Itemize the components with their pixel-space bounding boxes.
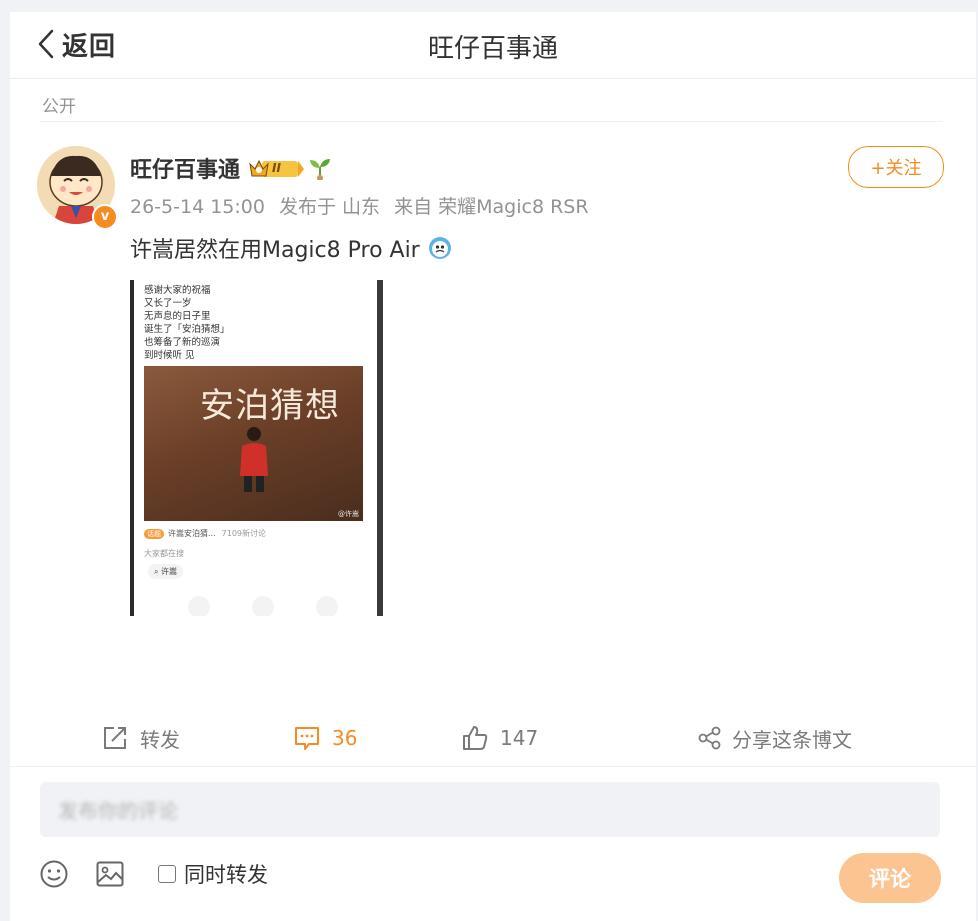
divider — [10, 766, 976, 767]
image-text-lines: 感谢大家的祝福 又长了一岁 无声息的日子里 诞生了「安泊猜想」 也筹备了新的巡演… — [144, 284, 230, 362]
share-button[interactable]: 分享这条博文 — [698, 716, 852, 760]
image-line: 无声息的日子里 — [144, 311, 211, 322]
topic-count: 7109新讨论 — [221, 529, 266, 538]
post-image[interactable]: 感谢大家的祝福 又长了一岁 无声息的日子里 诞生了「安泊猜想」 也筹备了新的巡演… — [130, 280, 383, 616]
author-row: 旺仔百事通 II — [130, 152, 333, 184]
visibility-label: 公开 — [42, 97, 76, 117]
share-label: 分享这条博文 — [732, 727, 852, 752]
page-title: 旺仔百事通 — [427, 34, 558, 64]
image-subhead: 大家都在搜 — [144, 549, 184, 558]
image-line: 感谢大家的祝福 — [144, 285, 211, 296]
image-icon — [96, 861, 124, 887]
action-bar: 转发 36 147 分享这条博文 — [10, 716, 976, 760]
share-icon — [698, 726, 721, 750]
app-icon — [316, 596, 338, 616]
topic-text: 许嵩安泊猜... — [168, 529, 216, 538]
sprout-icon — [309, 159, 330, 180]
photo-caption: @许嵩 — [338, 510, 359, 518]
divider — [40, 121, 942, 122]
comment-button[interactable]: 36 — [294, 716, 357, 760]
image-line: 又长了一岁 — [144, 298, 192, 309]
like-count: 147 — [500, 726, 539, 750]
vip-level: II — [272, 161, 281, 175]
image-line: 诞生了「安泊猜想」 — [144, 324, 230, 335]
like-button[interactable]: 147 — [462, 716, 538, 760]
repost-button[interactable]: 转发 — [102, 716, 180, 760]
author-name[interactable]: 旺仔百事通 — [130, 152, 240, 184]
image-app-icons — [188, 596, 338, 616]
repost-icon — [104, 727, 126, 749]
like-icon — [463, 726, 488, 750]
follow-button[interactable]: +关注 — [848, 146, 944, 188]
post-source: 来自 荣耀Magic8 RSR — [394, 196, 589, 218]
app-icon — [252, 596, 274, 616]
verified-icon: v — [92, 204, 118, 230]
app-icon — [188, 596, 210, 616]
image-photo: 安泊猜想 @许嵩 — [144, 366, 363, 521]
photo-title: 安泊猜想 — [200, 386, 340, 426]
emoji-icon — [428, 237, 451, 259]
topic-tag: 话题 — [144, 528, 164, 539]
comment-icon — [295, 727, 319, 750]
post-text: 许嵩居然在用Magic8 Pro Air — [130, 232, 452, 264]
post-detail-card: 返回 旺仔百事通 公开 v 旺仔百事通 II +关注 26-5-14 15:00… — [10, 12, 976, 921]
comment-input[interactable]: 发布你的评论 — [40, 782, 940, 837]
repost-checkbox-label[interactable]: 同时转发 — [184, 859, 268, 889]
post-meta: 26-5-14 15:00 发布于 山东 来自 荣耀Magic8 RSR — [130, 192, 597, 219]
post-location: 发布于 山东 — [279, 196, 381, 218]
repost-label: 转发 — [140, 727, 180, 752]
smile-icon — [40, 860, 68, 888]
image-line: 到时候听 见 — [144, 350, 195, 361]
image-search-chip: ⌕ 许嵩 — [148, 564, 184, 579]
repost-checkbox[interactable] — [158, 865, 176, 883]
post-text-content: 许嵩居然在用Magic8 Pro Air — [130, 238, 420, 263]
person-figure — [240, 427, 268, 492]
image-topic: 话题 许嵩安泊猜... 7109新讨论 — [144, 528, 266, 539]
comment-count: 36 — [332, 726, 358, 750]
vip-badge[interactable]: II — [248, 156, 315, 180]
composer-tools: 同时转发 — [38, 858, 268, 890]
image-line: 也筹备了新的巡演 — [144, 337, 221, 348]
comment-input-text: 发布你的评论 — [58, 799, 178, 823]
submit-comment-button[interactable]: 评论 — [839, 853, 941, 903]
image-upload-button[interactable] — [94, 858, 126, 890]
emoji-picker-button[interactable] — [38, 858, 70, 890]
search-term: 许嵩 — [161, 567, 178, 576]
post-time[interactable]: 26-5-14 15:00 — [130, 196, 265, 218]
top-bar: 返回 旺仔百事通 — [10, 12, 976, 79]
